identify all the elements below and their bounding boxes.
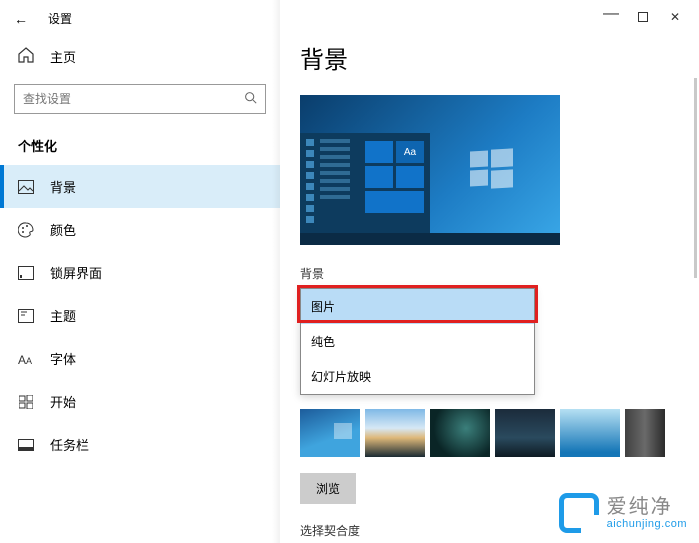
theme-icon	[18, 309, 34, 323]
sidebar-item-background[interactable]: 背景	[0, 165, 280, 208]
watermark: 爱纯净 aichunjing.com	[559, 493, 687, 533]
preview-taskbar	[300, 233, 560, 245]
svg-text:A: A	[26, 356, 32, 366]
window-controls: ― ✕	[595, 6, 691, 28]
dropdown-option-picture[interactable]: 图片	[301, 289, 534, 324]
sidebar-item-lockscreen[interactable]: 锁屏界面	[0, 251, 280, 294]
sidebar-item-label: 主题	[50, 306, 76, 325]
close-button[interactable]: ✕	[659, 6, 691, 28]
windows-logo-icon	[470, 149, 514, 189]
nav-list: 背景 颜色 锁屏界面 主题 AA 字体 开始	[0, 165, 280, 466]
sidebar-item-label: 背景	[50, 177, 76, 196]
background-section-label: 背景	[300, 245, 679, 288]
app-title: 设置	[48, 10, 72, 27]
sidebar-item-colors[interactable]: 颜色	[0, 208, 280, 251]
lockscreen-icon	[18, 266, 34, 280]
sidebar-item-themes[interactable]: 主题	[0, 294, 280, 337]
home-nav[interactable]: 主页	[0, 37, 280, 76]
wallpaper-thumb[interactable]	[495, 409, 555, 457]
sidebar-item-label: 字体	[50, 349, 76, 368]
scrollbar[interactable]	[694, 78, 697, 278]
watermark-text-cn: 爱纯净	[607, 496, 687, 518]
desktop-preview: Aa	[300, 95, 560, 245]
background-type-dropdown[interactable]: 图片 纯色 幻灯片放映	[300, 288, 535, 395]
wallpaper-thumb[interactable]	[365, 409, 425, 457]
preview-sample-text: Aa	[396, 141, 424, 163]
sidebar-item-start[interactable]: 开始	[0, 380, 280, 423]
search-input[interactable]	[23, 92, 244, 106]
start-icon	[18, 395, 34, 409]
category-title: 个性化	[0, 122, 280, 165]
titlebar-left: ← 设置	[0, 0, 280, 37]
watermark-logo-icon	[559, 493, 599, 533]
dropdown-option-slideshow[interactable]: 幻灯片放映	[301, 359, 534, 394]
sidebar-item-taskbar[interactable]: 任务栏	[0, 423, 280, 466]
back-button[interactable]: ←	[14, 11, 28, 27]
settings-sidebar: ← 设置 主页 个性化 背景 颜色	[0, 0, 280, 543]
preview-start-panel: Aa	[300, 133, 430, 233]
wallpaper-thumb[interactable]	[300, 409, 360, 457]
wallpaper-thumb[interactable]	[430, 409, 490, 457]
home-label: 主页	[50, 47, 76, 66]
sidebar-item-label: 开始	[50, 392, 76, 411]
sidebar-item-label: 任务栏	[50, 435, 89, 454]
search-input-wrap[interactable]	[14, 84, 266, 114]
sidebar-item-fonts[interactable]: AA 字体	[0, 337, 280, 380]
sidebar-item-label: 锁屏界面	[50, 263, 102, 282]
wallpaper-thumb[interactable]	[560, 409, 620, 457]
image-icon	[18, 180, 34, 194]
svg-text:A: A	[18, 353, 26, 366]
home-icon	[18, 47, 34, 66]
sidebar-item-label: 颜色	[50, 220, 76, 239]
dropdown-option-solid[interactable]: 纯色	[301, 324, 534, 359]
font-icon: AA	[18, 352, 34, 366]
main-content: ― ✕ 背景 Aa 背景 图片	[280, 0, 699, 543]
minimize-button[interactable]: ―	[595, 3, 627, 25]
wallpaper-thumbnails	[300, 395, 679, 457]
search-icon	[244, 91, 257, 107]
taskbar-icon	[18, 439, 34, 451]
wallpaper-thumb[interactable]	[625, 409, 665, 457]
browse-button[interactable]: 浏览	[300, 473, 356, 504]
watermark-text-en: aichunjing.com	[607, 518, 687, 530]
palette-icon	[18, 222, 34, 238]
maximize-button[interactable]	[627, 6, 659, 28]
